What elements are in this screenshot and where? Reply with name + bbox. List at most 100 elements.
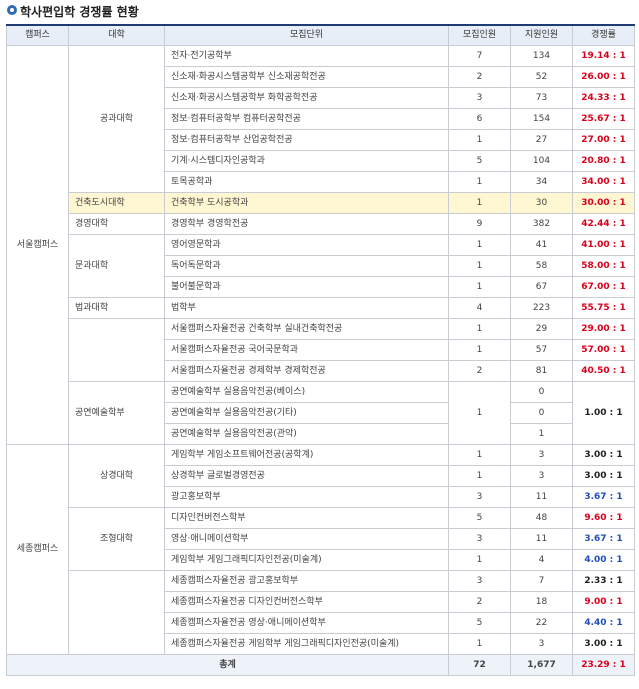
applicants-cell: 11 xyxy=(510,486,573,508)
quota-cell: 1 xyxy=(448,129,511,151)
page-title: 학사편입학 경쟁률 현황 xyxy=(20,5,139,19)
applicants-cell: 73 xyxy=(510,87,573,109)
campus-cell-sejong: 세종캠퍼스 xyxy=(6,444,69,655)
quota-cell: 1 xyxy=(448,633,511,655)
header-unit: 모집단위 xyxy=(164,24,449,46)
ratio-cell: 20.80 : 1 xyxy=(572,150,635,172)
quota-cell: 1 xyxy=(448,276,511,298)
ratio-cell: 25.67 : 1 xyxy=(572,108,635,130)
unit-cell: 상경학부 글로벌경영전공 xyxy=(164,465,449,487)
bullet-icon xyxy=(7,5,17,15)
unit-cell: 공연예술학부 실용음악전공(관악) xyxy=(164,423,449,445)
unit-cell: 세종캠퍼스자율전공 영상·애니메이션학부 xyxy=(164,612,449,634)
unit-cell: 정보·컴퓨터공학부 컴퓨터공학전공 xyxy=(164,108,449,130)
ratio-cell: 3.00 : 1 xyxy=(572,465,635,487)
unit-cell: 공연예술학부 실용음악전공(기타) xyxy=(164,402,449,424)
quota-cell: 7 xyxy=(448,45,511,67)
campus-cell-seoul: 서울캠퍼스 xyxy=(6,45,69,445)
applicants-cell: 34 xyxy=(510,171,573,193)
section-header: 학사편입학 경쟁률 현황 xyxy=(0,2,639,22)
quota-cell: 9 xyxy=(448,213,511,235)
unit-cell: 신소재·화공시스템공학부 신소재공학전공 xyxy=(164,66,449,88)
unit-cell: 전자·전기공학부 xyxy=(164,45,449,67)
unit-cell: 기계·시스템디자인공학과 xyxy=(164,150,449,172)
ratio-cell: 4.40 : 1 xyxy=(572,612,635,634)
applicants-cell: 154 xyxy=(510,108,573,130)
college-cell-empty xyxy=(68,570,165,655)
applicants-cell: 0 xyxy=(510,381,573,403)
applicants-cell: 3 xyxy=(510,633,573,655)
college-cell: 공과대학 xyxy=(68,45,165,193)
college-cell: 상경대학 xyxy=(68,444,165,508)
header-ratio: 경쟁률 xyxy=(572,24,635,46)
ratio-cell: 34.00 : 1 xyxy=(572,171,635,193)
applicants-cell: 18 xyxy=(510,591,573,613)
quota-cell: 2 xyxy=(448,591,511,613)
unit-cell: 건축학부 도시공학과 xyxy=(164,192,449,214)
ratio-cell: 19.14 : 1 xyxy=(572,45,635,67)
applicants-cell: 48 xyxy=(510,507,573,529)
quota-cell: 1 xyxy=(448,549,511,571)
table-row: 법과대학 법학부 4 223 55.75 : 1 xyxy=(7,297,635,319)
header-applicants: 지원인원 xyxy=(510,24,573,46)
unit-cell: 디자인컨버전스학부 xyxy=(164,507,449,529)
applicants-cell: 52 xyxy=(510,66,573,88)
unit-cell: 영상·애니메이션학부 xyxy=(164,528,449,550)
ratio-cell: 29.00 : 1 xyxy=(572,318,635,340)
ratio-cell: 3.67 : 1 xyxy=(572,486,635,508)
ratio-cell: 58.00 : 1 xyxy=(572,255,635,277)
unit-cell: 서울캠퍼스자율전공 경제학부 경제학전공 xyxy=(164,360,449,382)
quota-cell: 1 xyxy=(448,234,511,256)
ratio-cell: 30.00 : 1 xyxy=(572,192,635,214)
unit-cell: 불어불문학과 xyxy=(164,276,449,298)
applicants-cell: 104 xyxy=(510,150,573,172)
table-header-row: 캠퍼스 대학 모집단위 모집인원 지원인원 경쟁률 xyxy=(6,24,635,46)
competition-rate-table: 캠퍼스 대학 모집단위 모집인원 지원인원 경쟁률 서울캠퍼스 공과대학 전자·… xyxy=(6,24,635,676)
college-cell-empty xyxy=(68,318,165,382)
table-row: 공연예술학부 공연예술학부 실용음악전공(베이스) 1 0 1.00 : 1 xyxy=(7,381,635,445)
table-row: 세종캠퍼스자율전공 광고홍보학부 3 7 2.33 : 1 xyxy=(7,570,635,655)
unit-cell: 공연예술학부 실용음악전공(베이스) xyxy=(164,381,449,403)
unit-cell: 정보·컴퓨터공학부 산업공학전공 xyxy=(164,129,449,151)
ratio-cell: 55.75 : 1 xyxy=(572,297,635,319)
ratio-cell: 42.44 : 1 xyxy=(572,213,635,235)
applicants-cell: 27 xyxy=(510,129,573,151)
quota-cell: 1 xyxy=(448,255,511,277)
ratio-cell: 67.00 : 1 xyxy=(572,276,635,298)
unit-cell: 서울캠퍼스자율전공 국어국문학과 xyxy=(164,339,449,361)
total-quota: 72 xyxy=(448,654,511,676)
ratio-cell: 24.33 : 1 xyxy=(572,87,635,109)
quota-cell: 3 xyxy=(448,570,511,592)
applicants-cell: 67 xyxy=(510,276,573,298)
unit-cell: 게임학부 게임그래픽디자인전공(미술계) xyxy=(164,549,449,571)
total-label: 총계 xyxy=(6,654,449,676)
ratio-cell: 57.00 : 1 xyxy=(572,339,635,361)
college-cell: 법과대학 xyxy=(68,297,165,319)
quota-cell: 1 xyxy=(448,381,511,445)
quota-cell: 1 xyxy=(448,444,511,466)
college-cell: 조형대학 xyxy=(68,507,165,571)
ratio-cell: 3.00 : 1 xyxy=(572,633,635,655)
applicants-cell: 81 xyxy=(510,360,573,382)
college-cell: 문과대학 xyxy=(68,234,165,298)
unit-cell: 토목공학과 xyxy=(164,171,449,193)
ratio-cell: 1.00 : 1 xyxy=(572,381,635,445)
quota-cell: 2 xyxy=(448,66,511,88)
ratio-cell: 3.00 : 1 xyxy=(572,444,635,466)
quota-cell: 4 xyxy=(448,297,511,319)
quota-cell: 1 xyxy=(448,465,511,487)
applicants-cell: 57 xyxy=(510,339,573,361)
ratio-cell: 41.00 : 1 xyxy=(572,234,635,256)
applicants-cell: 134 xyxy=(510,45,573,67)
applicants-cell: 0 xyxy=(510,402,573,424)
ratio-cell: 26.00 : 1 xyxy=(572,66,635,88)
header-campus: 캠퍼스 xyxy=(6,24,69,46)
ratio-cell: 9.60 : 1 xyxy=(572,507,635,529)
applicants-cell: 30 xyxy=(510,192,573,214)
table-row: 경영대학 경영학부 경영학전공 9 382 42.44 : 1 xyxy=(7,213,635,235)
applicants-cell: 58 xyxy=(510,255,573,277)
quota-cell: 1 xyxy=(448,318,511,340)
quota-cell: 2 xyxy=(448,360,511,382)
table-row: 세종캠퍼스 상경대학 게임학부 게임소프트웨어전공(공학계) 1 3 3.00 … xyxy=(6,444,635,655)
unit-cell: 게임학부 게임소프트웨어전공(공학계) xyxy=(164,444,449,466)
